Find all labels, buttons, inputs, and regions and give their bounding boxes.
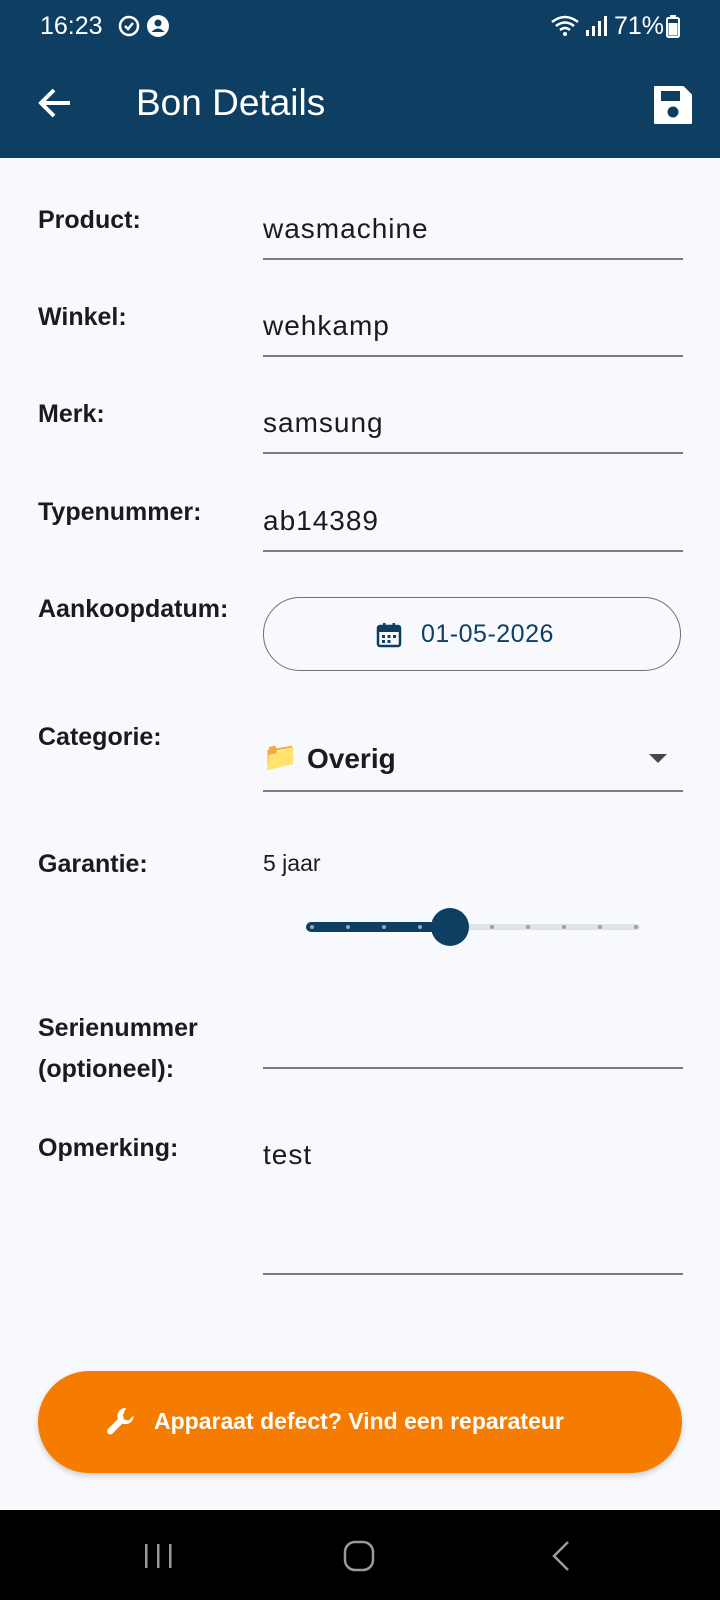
account-icon <box>147 15 169 37</box>
slider-tick <box>562 925 566 929</box>
wrench-icon <box>107 1407 134 1435</box>
battery-percentage: 71% <box>614 12 665 40</box>
product-field[interactable]: wasmachine <box>263 208 683 260</box>
slider-tick <box>310 925 314 929</box>
merk-field[interactable]: samsung <box>263 402 683 454</box>
sync-icon <box>118 15 140 37</box>
product-value: wasmachine <box>263 213 429 244</box>
slider-tick <box>526 925 530 929</box>
typenummer-field[interactable]: ab14389 <box>263 500 683 552</box>
save-button[interactable] <box>650 82 696 128</box>
serienummer-label-line1: Serienummer <box>38 1014 198 1042</box>
product-label: Product: <box>38 206 141 234</box>
status-time: 16:23 <box>40 12 103 40</box>
home-icon <box>343 1540 375 1572</box>
slider-tick <box>346 925 350 929</box>
app-bar: Bon Details <box>0 52 720 158</box>
back-button[interactable] <box>30 78 80 128</box>
recent-apps-icon <box>145 1544 172 1568</box>
categorie-label: Categorie: <box>38 723 162 751</box>
find-repairer-button[interactable]: Apparaat defect? Vind een reparateur <box>38 1371 682 1473</box>
page-title: Bon Details <box>136 82 326 123</box>
slider-tick <box>598 925 602 929</box>
aankoopdatum-date-button[interactable]: 01-05-2026 <box>263 597 681 671</box>
aankoopdatum-label: Aankoopdatum: <box>38 595 229 623</box>
chevron-left-icon <box>552 1541 569 1571</box>
nav-back-button[interactable] <box>544 1538 580 1574</box>
slider-thumb <box>431 908 469 946</box>
garantie-slider[interactable] <box>306 900 640 956</box>
opmerking-value: test <box>263 1139 313 1170</box>
opmerking-field[interactable]: test <box>263 1135 683 1275</box>
opmerking-label: Opmerking: <box>38 1134 179 1162</box>
merk-value: samsung <box>263 407 384 438</box>
typenummer-value: ab14389 <box>263 505 380 536</box>
aankoopdatum-value: 01-05-2026 <box>421 620 554 648</box>
winkel-field[interactable]: wehkamp <box>263 305 683 357</box>
slider-track-active <box>306 922 450 932</box>
home-button[interactable] <box>341 1538 377 1574</box>
slider-tick <box>634 925 638 929</box>
caret-down-icon <box>649 754 667 763</box>
winkel-label: Winkel: <box>38 303 127 331</box>
status-bar: 16:23 71% <box>0 0 720 52</box>
categorie-value: Overig <box>307 743 396 774</box>
recent-apps-button[interactable] <box>140 1538 176 1574</box>
serienummer-label-line2: (optioneel): <box>38 1055 175 1083</box>
typenummer-label: Typenummer: <box>38 498 202 526</box>
battery-icon <box>666 15 680 38</box>
winkel-value: wehkamp <box>263 310 390 341</box>
floppy-disk-icon <box>654 86 692 124</box>
categorie-dropdown[interactable]: 📁 Overig <box>263 740 683 792</box>
wifi-icon <box>551 15 579 36</box>
garantie-label: Garantie: <box>38 850 148 878</box>
system-navigation-bar <box>0 1510 720 1600</box>
signal-icon <box>586 16 607 36</box>
slider-tick <box>490 925 494 929</box>
merk-label: Merk: <box>38 400 105 428</box>
arrow-left-icon <box>38 88 70 118</box>
folder-icon: 📁 <box>263 741 298 772</box>
calendar-icon <box>376 623 402 648</box>
serienummer-field[interactable] <box>263 1015 683 1069</box>
slider-tick <box>418 925 422 929</box>
garantie-value: 5 jaar <box>263 850 321 876</box>
find-repairer-label: Apparaat defect? Vind een reparateur <box>154 1408 564 1434</box>
slider-tick <box>382 925 386 929</box>
